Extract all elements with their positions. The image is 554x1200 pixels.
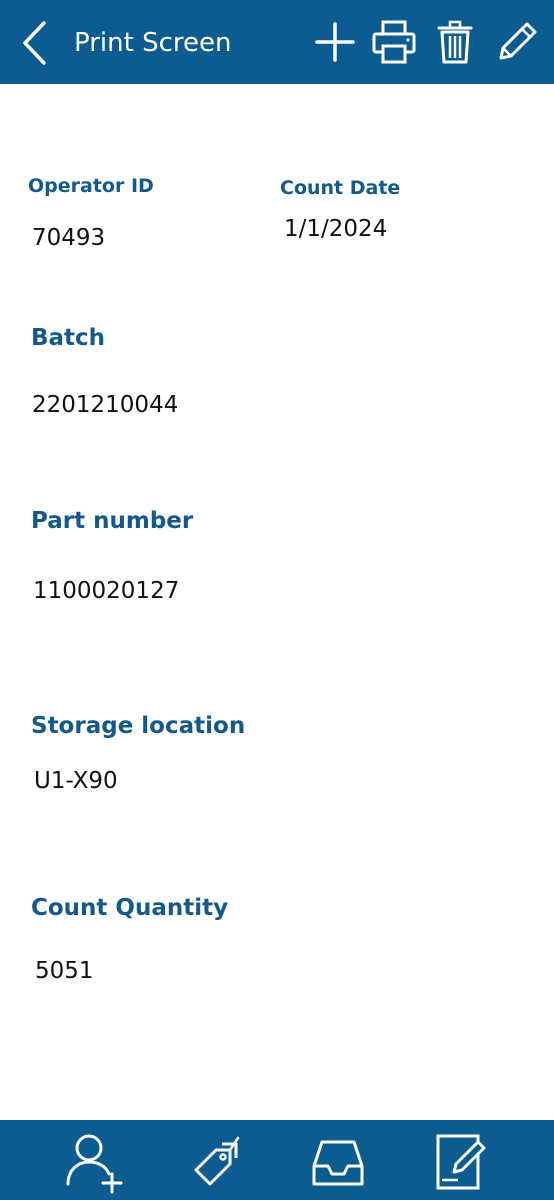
pencil-icon — [499, 22, 537, 60]
batch-value: 2201210044 — [32, 392, 179, 418]
count-date-value: 1/1/2024 — [284, 216, 388, 242]
operator-id-label: Operator ID — [28, 175, 154, 197]
storage-location-value: U1-X90 — [34, 768, 118, 794]
print-button[interactable] — [370, 18, 418, 66]
back-icon — [23, 21, 46, 65]
footer-bar — [0, 1120, 554, 1200]
trash-icon — [437, 20, 473, 64]
batch-label: Batch — [31, 325, 106, 351]
printer-icon — [372, 20, 416, 64]
add-button[interactable] — [311, 18, 359, 66]
plus-icon — [315, 22, 355, 62]
count-date-label: Count Date — [280, 177, 401, 199]
tags-button[interactable] — [186, 1130, 250, 1194]
inbox-tray-icon — [312, 1140, 364, 1186]
part-number-value: 1100020127 — [33, 578, 180, 604]
edit-document-button[interactable] — [428, 1130, 492, 1194]
header-bar: Print Screen — [0, 0, 554, 84]
add-user-icon — [66, 1134, 123, 1194]
back-button[interactable] — [20, 20, 52, 66]
edit-button[interactable] — [493, 18, 541, 66]
operator-id-value: 70493 — [32, 225, 106, 251]
count-quantity-value: 5051 — [35, 958, 94, 984]
add-user-button[interactable] — [62, 1130, 126, 1194]
tags-icon — [194, 1136, 240, 1186]
edit-document-icon — [436, 1134, 486, 1190]
part-number-label: Part number — [31, 508, 194, 534]
count-quantity-label: Count Quantity — [31, 895, 229, 921]
delete-button[interactable] — [431, 18, 479, 66]
storage-location-label: Storage location — [31, 713, 246, 739]
inbox-button[interactable] — [306, 1130, 370, 1194]
page-title: Print Screen — [74, 28, 232, 58]
